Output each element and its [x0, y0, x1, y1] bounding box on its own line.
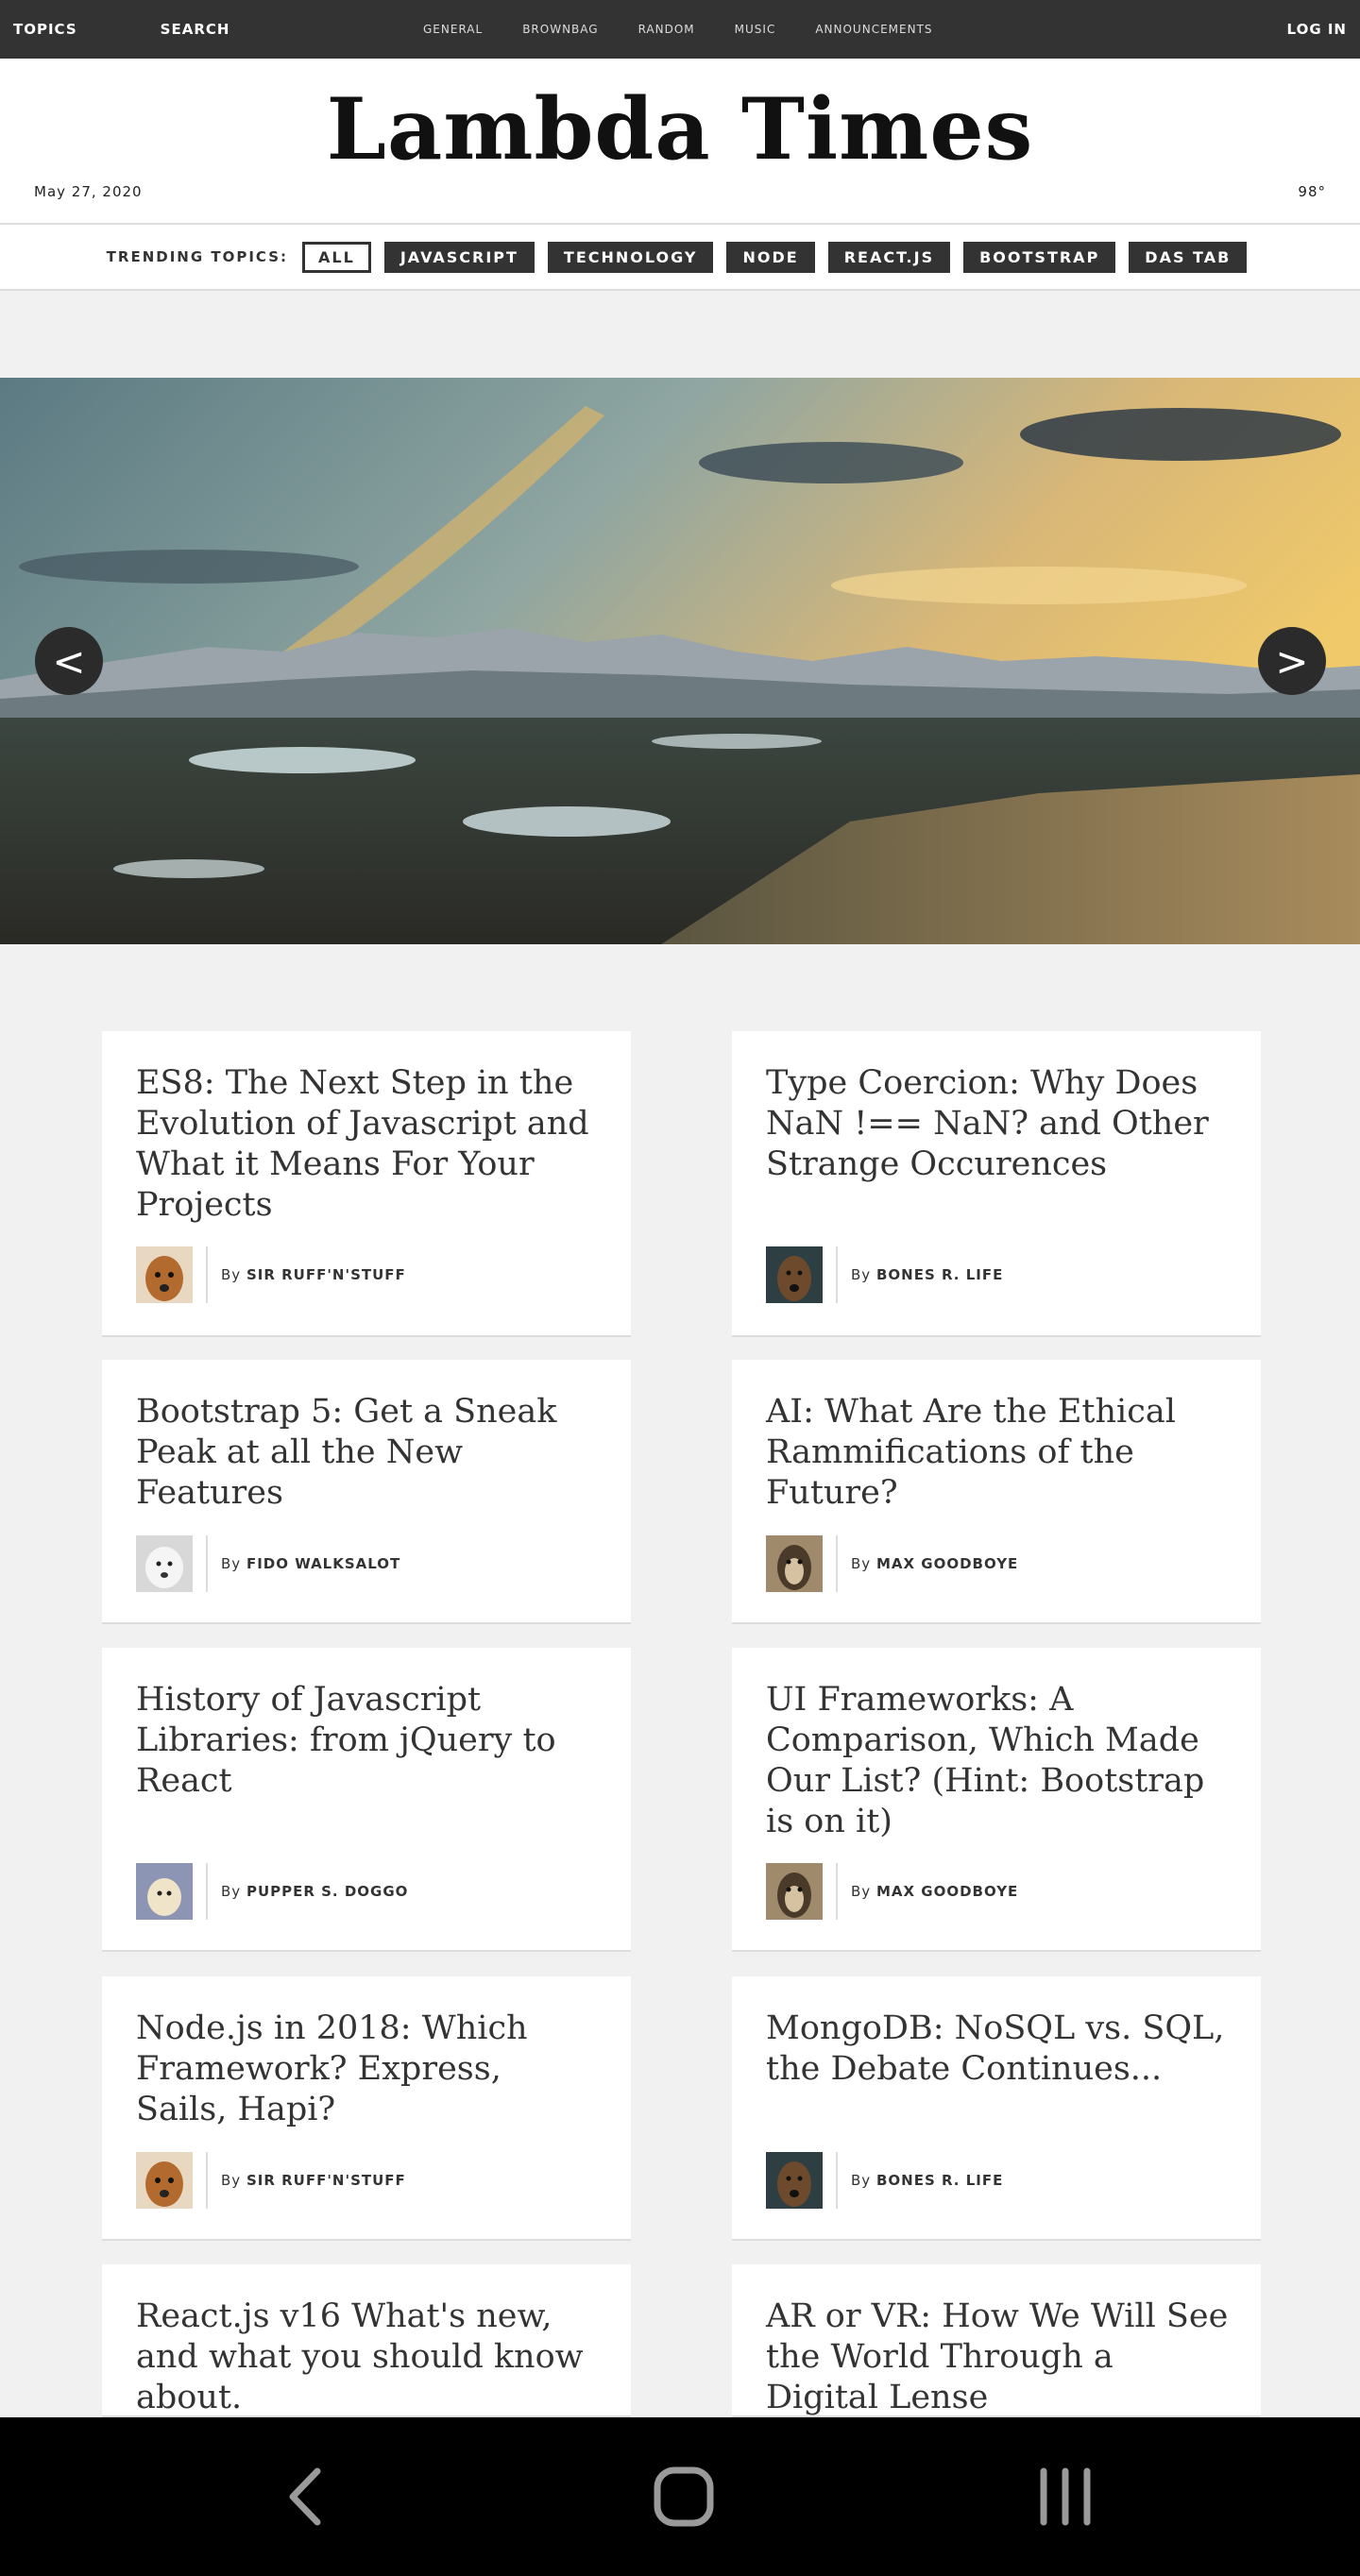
- author-byline: By MAX GOODBOYE: [851, 1883, 1019, 1900]
- top-bar: TOPICS SEARCH GENERAL BROWNBAG RANDOM MU…: [0, 0, 1360, 59]
- home-button[interactable]: [627, 2459, 740, 2534]
- tab-reactjs[interactable]: REACT.JS: [827, 241, 951, 273]
- author-divider: [836, 2152, 838, 2209]
- search-link[interactable]: SEARCH: [161, 21, 230, 38]
- article-headline[interactable]: React.js v16 What's new, and what you sh…: [136, 2296, 603, 2418]
- article-card[interactable]: UI Frameworks: A Comparison, Which Made …: [732, 1648, 1261, 1952]
- article-card[interactable]: History of Javascript Libraries: from jQ…: [102, 1648, 631, 1952]
- masthead: Lambda Times May 27, 2020 98°: [0, 59, 1360, 225]
- author-avatar: [136, 2152, 193, 2209]
- article-author: By PUPPER S. DOGGO: [136, 1863, 408, 1920]
- nav-general[interactable]: GENERAL: [423, 23, 483, 36]
- article-headline[interactable]: ES8: The Next Step in the Evolution of J…: [136, 1063, 603, 1226]
- author-avatar: [766, 2152, 823, 2209]
- article-headline[interactable]: Node.js in 2018: Which Framework? Expres…: [136, 2008, 603, 2130]
- section-nav: GENERAL BROWNBAG RANDOM MUSIC ANNOUNCEME…: [423, 0, 973, 59]
- author-divider: [206, 1535, 208, 1592]
- author-divider: [836, 1246, 838, 1303]
- author-name: MAX GOODBOYE: [876, 1555, 1019, 1572]
- carousel-prev-button[interactable]: <: [35, 627, 103, 695]
- author-name: SIR RUFF'N'STUFF: [246, 1266, 406, 1283]
- article-headline[interactable]: AI: What Are the Ethical Rammifications …: [766, 1392, 1232, 1514]
- article-author: By MAX GOODBOYE: [766, 1535, 1018, 1592]
- tab-javascript[interactable]: JAVASCRIPT: [383, 241, 535, 273]
- author-byline: By BONES R. LIFE: [851, 1266, 1004, 1283]
- article-card[interactable]: React.js v16 What's new, and what you sh…: [102, 2264, 631, 2417]
- author-avatar: [766, 1863, 823, 1920]
- tab-node[interactable]: NODE: [726, 241, 815, 273]
- author-byline: By MAX GOODBOYE: [851, 1555, 1019, 1572]
- tab-das-tab[interactable]: DAS TAB: [1129, 241, 1248, 273]
- trending-topics-bar: TRENDING TOPICS: ALL JAVASCRIPT TECHNOLO…: [0, 225, 1360, 291]
- article-author: By BONES R. LIFE: [766, 2152, 1003, 2209]
- author-avatar: [136, 1535, 193, 1592]
- article-headline[interactable]: Bootstrap 5: Get a Sneak Peak at all the…: [136, 1392, 603, 1514]
- article-card[interactable]: AI: What Are the Ethical Rammifications …: [732, 1360, 1261, 1624]
- site-title: Lambda Times: [326, 79, 1034, 179]
- article-headline[interactable]: UI Frameworks: A Comparison, Which Made …: [766, 1680, 1232, 1842]
- author-name: BONES R. LIFE: [876, 2172, 1004, 2189]
- recents-button[interactable]: [1009, 2459, 1122, 2534]
- article-headline[interactable]: MongoDB: NoSQL vs. SQL, the Debate Conti…: [766, 2008, 1232, 2090]
- author-divider: [206, 1863, 208, 1920]
- image-carousel: < >: [0, 378, 1360, 944]
- back-button[interactable]: [247, 2459, 361, 2534]
- author-byline: By FIDO WALKSALOT: [221, 1555, 401, 1572]
- article-headline[interactable]: AR or VR: How We Will See the World Thro…: [766, 2296, 1232, 2418]
- author-name: PUPPER S. DOGGO: [246, 1883, 409, 1900]
- author-divider: [206, 2152, 208, 2209]
- author-avatar: [136, 1863, 193, 1920]
- tab-technology[interactable]: TECHNOLOGY: [547, 241, 714, 273]
- topics-link[interactable]: TOPICS: [13, 21, 77, 38]
- nav-music[interactable]: MUSIC: [735, 23, 776, 36]
- article-headline[interactable]: Type Coercion: Why Does NaN !== NaN? and…: [766, 1063, 1232, 1185]
- recents-icon: [1040, 2467, 1091, 2526]
- header-date: May 27, 2020: [34, 183, 143, 200]
- article-author: By BONES R. LIFE: [766, 1246, 1003, 1303]
- author-byline: By BONES R. LIFE: [851, 2172, 1004, 2189]
- home-icon: [654, 2466, 714, 2527]
- author-avatar: [136, 1246, 193, 1303]
- tab-all[interactable]: ALL: [302, 241, 371, 273]
- article-author: By FIDO WALKSALOT: [136, 1535, 400, 1592]
- carousel-mountain-image: [0, 378, 1360, 944]
- trending-topics-label: TRENDING TOPICS:: [106, 248, 289, 265]
- article-card[interactable]: Bootstrap 5: Get a Sneak Peak at all the…: [102, 1360, 631, 1624]
- author-byline: By SIR RUFF'N'STUFF: [221, 1266, 406, 1283]
- author-avatar: [766, 1246, 823, 1303]
- author-name: FIDO WALKSALOT: [246, 1555, 401, 1572]
- article-card[interactable]: Node.js in 2018: Which Framework? Expres…: [102, 1976, 631, 2241]
- author-byline: By PUPPER S. DOGGO: [221, 1883, 409, 1900]
- author-avatar: [766, 1535, 823, 1592]
- carousel-next-button[interactable]: >: [1258, 627, 1326, 695]
- header-temperature: 98°: [1298, 183, 1326, 200]
- author-divider: [836, 1863, 838, 1920]
- article-headline[interactable]: History of Javascript Libraries: from jQ…: [136, 1680, 603, 1802]
- article-author: By SIR RUFF'N'STUFF: [136, 1246, 406, 1303]
- author-name: BONES R. LIFE: [876, 1266, 1004, 1283]
- nav-random[interactable]: RANDOM: [638, 23, 695, 36]
- login-link[interactable]: LOG IN: [1287, 21, 1347, 38]
- tab-bootstrap[interactable]: BOOTSTRAP: [963, 241, 1116, 273]
- system-navigation-bar: [0, 2417, 1360, 2576]
- author-divider: [206, 1246, 208, 1303]
- nav-brownbag[interactable]: BROWNBAG: [522, 23, 598, 36]
- article-author: By SIR RUFF'N'STUFF: [136, 2152, 406, 2209]
- author-name: MAX GOODBOYE: [876, 1883, 1019, 1900]
- author-divider: [836, 1535, 838, 1592]
- article-card[interactable]: ES8: The Next Step in the Evolution of J…: [102, 1031, 631, 1337]
- nav-announcements[interactable]: ANNOUNCEMENTS: [815, 23, 932, 36]
- article-card[interactable]: Type Coercion: Why Does NaN !== NaN? and…: [732, 1031, 1261, 1337]
- author-name: SIR RUFF'N'STUFF: [246, 2172, 406, 2189]
- article-card[interactable]: MongoDB: NoSQL vs. SQL, the Debate Conti…: [732, 1976, 1261, 2241]
- article-card[interactable]: AR or VR: How We Will See the World Thro…: [732, 2264, 1261, 2417]
- back-icon: [289, 2467, 321, 2526]
- author-byline: By SIR RUFF'N'STUFF: [221, 2172, 406, 2189]
- article-author: By MAX GOODBOYE: [766, 1863, 1018, 1920]
